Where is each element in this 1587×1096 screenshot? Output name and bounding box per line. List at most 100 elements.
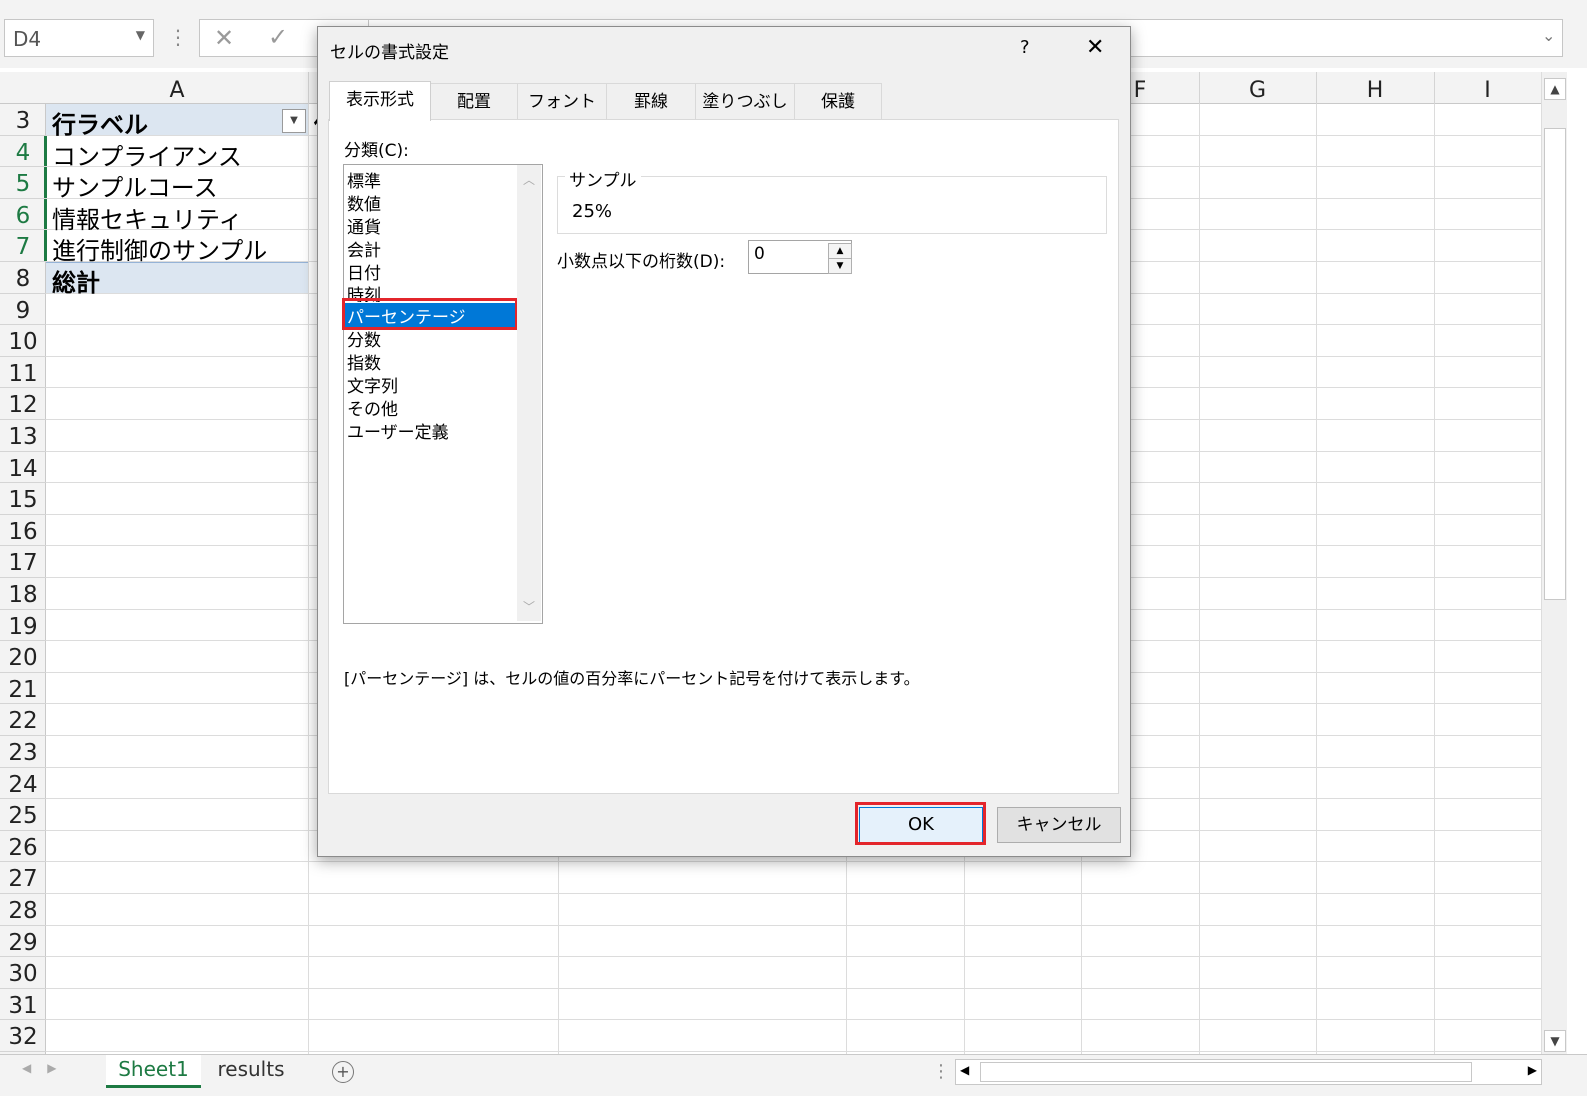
row-gridline bbox=[46, 1019, 1541, 1021]
name-box-value: D4 bbox=[13, 27, 42, 51]
vertical-scroll-thumb[interactable] bbox=[1544, 128, 1566, 600]
tab-number-format[interactable]: 表示形式 bbox=[329, 81, 431, 121]
close-icon[interactable]: ✕ bbox=[1086, 35, 1104, 60]
horizontal-scrollbar[interactable]: ◀ ▶ bbox=[955, 1059, 1542, 1085]
row-header-18[interactable]: 18 bbox=[0, 578, 46, 610]
column-header-a[interactable]: A bbox=[46, 72, 309, 104]
row-header-16[interactable]: 16 bbox=[0, 515, 46, 547]
row-header-11[interactable]: 11 bbox=[0, 357, 46, 389]
sheet-tab-sheet1[interactable]: Sheet1 bbox=[106, 1055, 201, 1088]
row-header-7[interactable]: 7 bbox=[0, 230, 47, 262]
name-box[interactable]: D4 ▼ bbox=[4, 19, 154, 57]
chevron-up-icon[interactable]: ︿ bbox=[523, 171, 535, 188]
sheet-nav-arrows-icon[interactable]: ◀▶ bbox=[22, 1061, 72, 1075]
pivot-item-4[interactable]: 進行制御のサンプル bbox=[52, 231, 267, 266]
row-header-12[interactable]: 12 bbox=[0, 388, 46, 420]
category-list[interactable]: 標準 数値 通貨 会計 日付 時刻 パーセンテージ 分数 指数 文字列 その他 … bbox=[342, 164, 543, 624]
row-header-15[interactable]: 15 bbox=[0, 483, 46, 515]
pivot-row-label-header[interactable]: 行ラベル bbox=[52, 105, 148, 140]
row-header-31[interactable]: 31 bbox=[0, 989, 46, 1021]
spin-up-icon[interactable]: ▲ bbox=[828, 243, 852, 259]
category-item[interactable]: 数値 bbox=[347, 190, 381, 215]
row-header-4[interactable]: 4 bbox=[0, 135, 47, 168]
splitter-icon[interactable]: ⋮ bbox=[932, 1061, 950, 1082]
row-header-19[interactable]: 19 bbox=[0, 610, 46, 642]
tab-protection[interactable]: 保護 bbox=[794, 83, 882, 119]
row-header-27[interactable]: 27 bbox=[0, 862, 46, 894]
sample-value: 25% bbox=[572, 201, 613, 222]
help-icon[interactable]: ? bbox=[1020, 37, 1030, 58]
row-header-30[interactable]: 30 bbox=[0, 957, 46, 989]
ok-highlight-box bbox=[855, 802, 986, 845]
row-header-3[interactable]: 3 bbox=[0, 104, 46, 136]
row-header-32[interactable]: 32 bbox=[0, 1020, 46, 1052]
row-header-20[interactable]: 20 bbox=[0, 641, 46, 673]
add-sheet-icon[interactable]: + bbox=[332, 1061, 354, 1083]
check-icon[interactable]: ✓ bbox=[268, 23, 288, 51]
decimal-places-input[interactable]: 0 ▲ ▼ bbox=[748, 240, 852, 274]
row-header-26[interactable]: 26 bbox=[0, 831, 46, 863]
row-header-28[interactable]: 28 bbox=[0, 894, 46, 926]
cancel-icon[interactable]: ✕ bbox=[214, 24, 234, 52]
scroll-left-icon[interactable]: ◀ bbox=[960, 1063, 969, 1077]
category-list-scrollbar[interactable]: ︿ ﹀ bbox=[517, 165, 541, 621]
category-description: [パーセンテージ] は、セルの値の百分率にパーセント記号を付けて表示します。 bbox=[344, 669, 920, 688]
category-item[interactable]: 標準 bbox=[347, 167, 381, 192]
pivot-item-1[interactable]: コンプライアンス bbox=[52, 137, 242, 172]
column-header-g[interactable]: G bbox=[1199, 72, 1317, 104]
decimal-places-value: 0 bbox=[754, 244, 765, 264]
sheet-tab-bar: ◀▶ Sheet1 results + ⋮ ◀ ▶ bbox=[0, 1054, 1587, 1096]
row-header-17[interactable]: 17 bbox=[0, 546, 46, 578]
tab-font[interactable]: フォント bbox=[517, 83, 607, 119]
row-gridline bbox=[46, 956, 1541, 958]
row-gridline bbox=[46, 924, 1541, 926]
selection-highlight-box bbox=[342, 298, 518, 330]
row-header-10[interactable]: 10 bbox=[0, 325, 46, 357]
row-header-5[interactable]: 5 bbox=[0, 167, 47, 199]
pivot-item-3[interactable]: 情報セキュリティ bbox=[52, 200, 243, 235]
row-header-13[interactable]: 13 bbox=[0, 420, 46, 452]
scroll-right-icon[interactable]: ▶ bbox=[1528, 1063, 1537, 1077]
category-item[interactable]: その他 bbox=[347, 395, 398, 420]
row-header-21[interactable]: 21 bbox=[0, 673, 46, 705]
row-gridline bbox=[46, 861, 1541, 863]
sample-label: サンプル bbox=[565, 166, 641, 191]
scroll-down-icon[interactable]: ▼ bbox=[1544, 1030, 1566, 1052]
row-header-23[interactable]: 23 bbox=[0, 736, 46, 768]
tab-fill[interactable]: 塗りつぶし bbox=[695, 83, 795, 119]
row-header-6[interactable]: 6 bbox=[0, 198, 47, 231]
tab-border[interactable]: 罫線 bbox=[606, 83, 696, 119]
expand-formula-icon[interactable]: ⌄ bbox=[1542, 26, 1555, 45]
category-item[interactable]: 通貨 bbox=[347, 213, 381, 238]
scroll-up-icon[interactable]: ▲ bbox=[1544, 78, 1566, 100]
sheet-tab-results[interactable]: results bbox=[208, 1055, 294, 1085]
category-item[interactable]: ユーザー定義 bbox=[347, 418, 449, 443]
category-item[interactable]: 指数 bbox=[347, 349, 381, 374]
chevron-down-icon[interactable]: ▼ bbox=[136, 28, 145, 42]
row-header-22[interactable]: 22 bbox=[0, 704, 46, 736]
chevron-down-icon[interactable]: ﹀ bbox=[523, 598, 535, 615]
number-format-panel: 分類(C): 標準 数値 通貨 会計 日付 時刻 パーセンテージ 分数 指数 文… bbox=[328, 119, 1119, 794]
spin-down-icon[interactable]: ▼ bbox=[828, 258, 852, 274]
vertical-scrollbar[interactable]: ▲ ▼ bbox=[1541, 72, 1567, 1054]
format-cells-dialog: セルの書式設定 ? ✕ 表示形式 配置 フォント 罫線 塗りつぶし 保護 分類(… bbox=[317, 26, 1131, 857]
column-header-i[interactable]: I bbox=[1434, 72, 1542, 104]
row-header-29[interactable]: 29 bbox=[0, 926, 46, 958]
pivot-item-2[interactable]: サンプルコース bbox=[52, 168, 218, 203]
row-gridline bbox=[46, 987, 1541, 989]
filter-dropdown-icon[interactable]: ▼ bbox=[282, 109, 306, 133]
row-header-14[interactable]: 14 bbox=[0, 452, 46, 484]
pivot-grand-total[interactable]: 総計 bbox=[52, 263, 100, 298]
row-header-24[interactable]: 24 bbox=[0, 768, 46, 800]
column-header-h[interactable]: H bbox=[1316, 72, 1435, 104]
row-header-9[interactable]: 9 bbox=[0, 294, 46, 326]
category-item[interactable]: 文字列 bbox=[347, 372, 398, 397]
cancel-button[interactable]: キャンセル bbox=[997, 807, 1121, 843]
tab-alignment[interactable]: 配置 bbox=[430, 83, 518, 119]
category-item[interactable]: 会計 bbox=[347, 236, 381, 261]
row-header-8[interactable]: 8 bbox=[0, 262, 46, 294]
row-header-25[interactable]: 25 bbox=[0, 799, 46, 831]
more-options-icon[interactable]: ⋮ bbox=[168, 25, 188, 49]
row-gridline bbox=[46, 893, 1541, 894]
horizontal-scroll-thumb[interactable] bbox=[980, 1062, 1472, 1082]
